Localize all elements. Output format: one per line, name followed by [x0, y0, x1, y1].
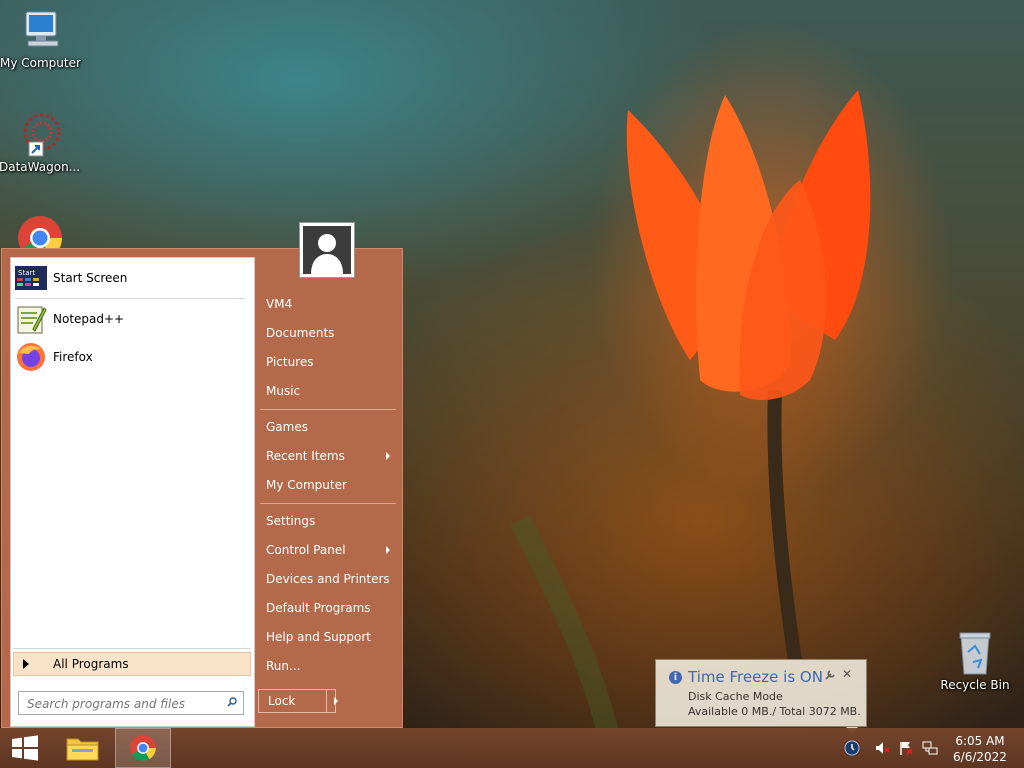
menu-item-devices-and-printers[interactable]: Devices and Printers [258, 566, 398, 592]
search-programs-box[interactable] [18, 691, 244, 715]
my-computer-icon [16, 8, 64, 54]
folder-icon [66, 738, 99, 761]
time-freeze-tray-icon[interactable] [844, 740, 860, 756]
clock-date: 6/6/2022 [953, 750, 1007, 764]
menu-item-my-computer[interactable]: My Computer [258, 472, 398, 498]
notification-title: Time Freeze is ON [688, 668, 823, 686]
notification-line: Available 0 MB./ Total 3072 MB. [688, 705, 861, 718]
speaker-muted-icon[interactable] [874, 740, 890, 756]
network-icon[interactable] [922, 740, 938, 756]
program-label: Start Screen [53, 271, 128, 285]
search-input[interactable] [25, 693, 219, 715]
start-button[interactable] [0, 728, 56, 768]
wrench-icon[interactable] [824, 669, 836, 681]
all-programs-label: All Programs [53, 657, 129, 671]
windows-logo-icon [12, 735, 38, 761]
programs-pane: Start Start Screen Notepad++ Firefox All… [10, 257, 255, 727]
menu-item-settings[interactable]: Settings [258, 508, 398, 534]
recycle-bin-icon [951, 630, 999, 676]
time-freeze-notification: i Time Freeze is ON Disk Cache Mode Avai… [655, 659, 867, 727]
menu-separator [260, 409, 396, 410]
menu-item-recent-items[interactable]: Recent Items [258, 443, 398, 469]
notification-line: Disk Cache Mode [688, 690, 783, 703]
datawagon-shortcut-icon [15, 112, 63, 158]
chrome-icon [16, 214, 64, 248]
desktop-icon-my-computer[interactable]: My Computer [0, 8, 81, 70]
menu-item-documents[interactable]: Documents [258, 320, 398, 346]
menu-item-help-and-support[interactable]: Help and Support [258, 624, 398, 650]
program-label: Notepad++ [53, 312, 125, 326]
taskbar: 6:05 AM 6/6/2022 [0, 728, 1024, 768]
menu-item-music[interactable]: Music [258, 378, 398, 404]
lock-options-button[interactable] [327, 690, 338, 712]
menu-item-run[interactable]: Run... [258, 653, 398, 679]
submenu-arrow-icon [386, 452, 390, 460]
taskbar-file-explorer[interactable] [56, 728, 112, 768]
programs-separator [15, 298, 245, 299]
info-icon: i [669, 671, 682, 684]
all-programs-button[interactable]: All Programs [13, 652, 251, 676]
menu-item-default-programs[interactable]: Default Programs [258, 595, 398, 621]
menu-separator [260, 503, 396, 504]
user-avatar[interactable] [299, 222, 355, 278]
user-silhouette-icon [303, 226, 351, 274]
arrow-right-icon [334, 697, 338, 705]
menu-item-vm4[interactable]: VM4 [258, 291, 398, 317]
lock-split-button: Lock [258, 689, 338, 713]
clock-time: 6:05 AM [955, 734, 1005, 748]
menu-item-pictures[interactable]: Pictures [258, 349, 398, 375]
arrow-right-icon [23, 659, 29, 669]
desktop-icon-datawagon[interactable]: DataWagon... [0, 112, 80, 174]
desktop-icon-recycle-bin[interactable]: Recycle Bin [935, 630, 1015, 692]
menu-item-games[interactable]: Games [258, 414, 398, 440]
notepadpp-icon [15, 303, 47, 335]
search-icon[interactable] [227, 697, 237, 707]
taskbar-chrome[interactable] [115, 728, 171, 768]
svg-text:Start: Start [18, 269, 35, 277]
program-firefox[interactable]: Firefox [15, 340, 251, 374]
all-programs-separator [13, 648, 251, 649]
action-center-flag-icon[interactable] [898, 740, 914, 756]
close-icon[interactable]: ✕ [842, 668, 852, 680]
menu-item-control-panel[interactable]: Control Panel [258, 537, 398, 563]
desktop-icon-chrome[interactable] [0, 214, 80, 248]
start-screen-icon: Start [15, 262, 47, 294]
submenu-arrow-icon [386, 546, 390, 554]
chrome-icon [130, 735, 156, 761]
taskbar-clock[interactable]: 6:05 AM 6/6/2022 [946, 733, 1014, 765]
program-start-screen[interactable]: Start Start Screen [15, 261, 251, 295]
program-notepadpp[interactable]: Notepad++ [15, 302, 251, 336]
lock-button[interactable]: Lock [259, 690, 327, 712]
firefox-icon [15, 341, 47, 373]
program-label: Firefox [53, 350, 93, 364]
